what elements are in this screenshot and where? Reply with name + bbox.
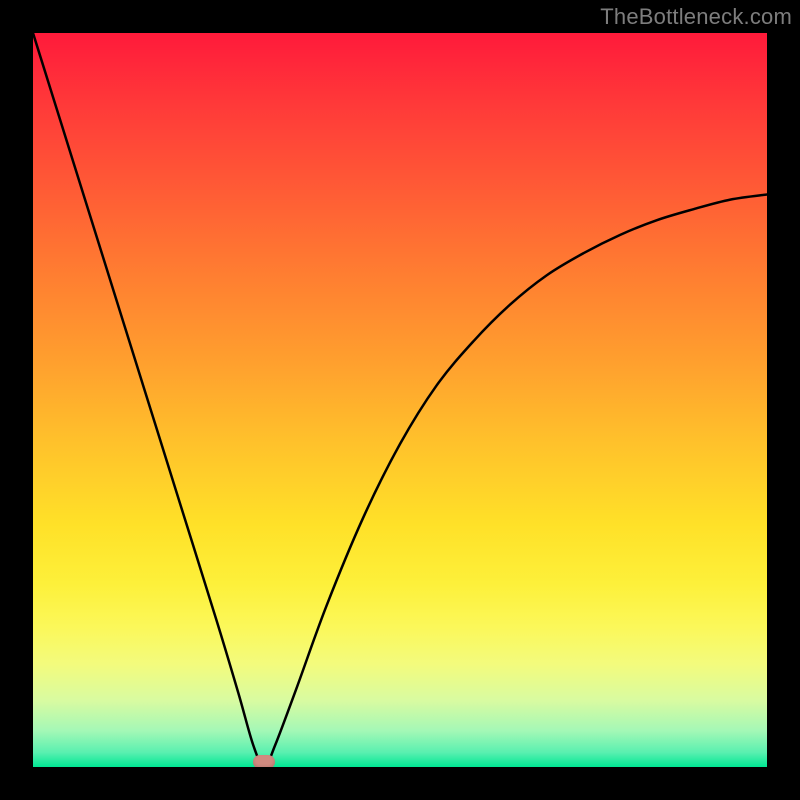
chart-frame: TheBottleneck.com <box>0 0 800 800</box>
bottleneck-curve <box>33 33 767 767</box>
optimum-marker <box>253 755 275 767</box>
plot-area <box>33 33 767 767</box>
watermark-text: TheBottleneck.com <box>600 4 792 30</box>
